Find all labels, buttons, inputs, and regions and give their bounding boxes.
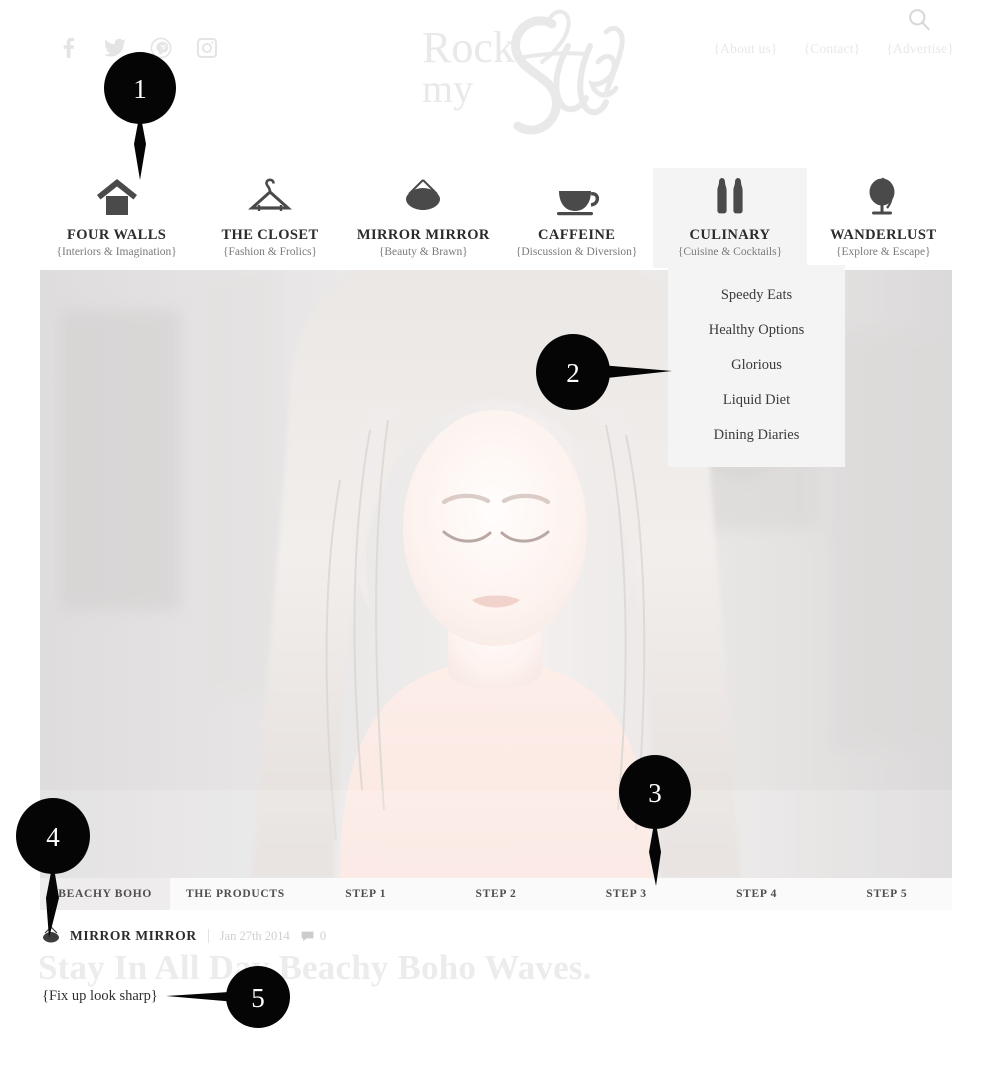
nav-subtitle: {Beauty & Brawn}: [378, 246, 468, 258]
tab-step-1[interactable]: STEP 1: [301, 878, 431, 910]
nav-title: CULINARY: [689, 227, 771, 243]
post-tab-bar: BEACHY BOHO THE PRODUCTS STEP 1 STEP 2 S…: [40, 878, 952, 910]
search-icon[interactable]: [906, 6, 932, 32]
tab-the-products[interactable]: THE PRODUCTS: [170, 878, 300, 910]
annotation-marker-3: 3: [618, 755, 692, 888]
nav-subtitle: {Explore & Escape}: [835, 246, 931, 258]
post-subtitle: {Fix up look sharp}: [42, 988, 158, 1004]
page-title: Stay In All Day Beachy Boho Waves.: [38, 948, 592, 987]
main-nav: FOUR WALLS {Interiors & Imagination} THE…: [40, 168, 960, 268]
nav-subtitle: {Interiors & Imagination}: [56, 246, 177, 258]
nav-subtitle: {Discussion & Diversion}: [515, 246, 638, 258]
nav-item-four-walls[interactable]: FOUR WALLS {Interiors & Imagination}: [40, 168, 193, 268]
tab-step-5[interactable]: STEP 5: [822, 878, 952, 910]
dropdown-item-healthy-options[interactable]: Healthy Options: [668, 313, 845, 348]
svg-text:2: 2: [566, 358, 580, 388]
tab-step-2[interactable]: STEP 2: [431, 878, 561, 910]
site-logo[interactable]: Rock my: [400, 2, 650, 152]
svg-text:3: 3: [648, 778, 662, 808]
nav-title: MIRROR MIRROR: [356, 227, 490, 243]
nav-title: FOUR WALLS: [67, 227, 167, 243]
utility-link-about-us[interactable]: {About us}: [714, 41, 778, 57]
dropdown-item-speedy-eats[interactable]: Speedy Eats: [668, 278, 845, 313]
culinary-dropdown-menu: Speedy Eats Healthy Options Glorious Liq…: [668, 265, 845, 467]
nav-item-culinary[interactable]: CULINARY {Cuisine & Cocktails}: [653, 168, 807, 268]
shakers-icon: [708, 176, 752, 218]
house-icon: [94, 176, 140, 218]
utility-nav: {About us} {Contact} {Advertise}: [714, 41, 955, 57]
dropdown-item-glorious[interactable]: Glorious: [668, 348, 845, 383]
teacup-icon: [551, 176, 603, 218]
utility-link-advertise[interactable]: {Advertise}: [886, 41, 954, 57]
mirror-icon: [401, 176, 445, 218]
svg-text:5: 5: [251, 983, 265, 1013]
instagram-icon[interactable]: [195, 36, 219, 60]
comment-icon: [301, 931, 314, 942]
svg-text:my: my: [422, 66, 473, 111]
annotation-marker-5: 5: [160, 966, 300, 1028]
post-comments[interactable]: 0: [301, 929, 326, 944]
utility-link-contact[interactable]: {Contact}: [804, 41, 861, 57]
annotation-marker-4: 4: [15, 798, 91, 940]
nav-item-caffeine[interactable]: CAFFEINE {Discussion & Diversion}: [500, 168, 653, 268]
meta-divider: [207, 929, 209, 943]
nav-subtitle: {Cuisine & Cocktails}: [677, 246, 783, 258]
nav-subtitle: {Fashion & Frolics}: [222, 246, 318, 258]
nav-title: THE CLOSET: [221, 227, 319, 243]
tab-step-4[interactable]: STEP 4: [691, 878, 821, 910]
svg-text:1: 1: [133, 74, 147, 104]
svg-text:Rock: Rock: [422, 23, 515, 72]
nav-item-the-closet[interactable]: THE CLOSET {Fashion & Frolics}: [193, 168, 346, 268]
page-root: {About us} {Contact} {Advertise} Rock my: [0, 0, 1000, 1091]
svg-text:4: 4: [46, 822, 60, 852]
hanger-icon: [245, 176, 295, 218]
nav-title: CAFFEINE: [537, 227, 616, 243]
nav-title: WANDERLUST: [830, 227, 937, 243]
dropdown-item-liquid-diet[interactable]: Liquid Diet: [668, 383, 845, 418]
comment-count: 0: [319, 928, 327, 943]
annotation-marker-1: 1: [104, 52, 176, 182]
facebook-icon[interactable]: [57, 36, 81, 60]
post-date: Jan 27th 2014: [219, 928, 290, 943]
nav-item-mirror-mirror[interactable]: MIRROR MIRROR {Beauty & Brawn}: [347, 168, 500, 268]
dropdown-item-dining-diaries[interactable]: Dining Diaries: [668, 418, 845, 453]
annotation-marker-2: 2: [536, 334, 676, 410]
globe-icon: [861, 176, 905, 218]
nav-item-wanderlust[interactable]: WANDERLUST {Explore & Escape}: [807, 168, 960, 268]
